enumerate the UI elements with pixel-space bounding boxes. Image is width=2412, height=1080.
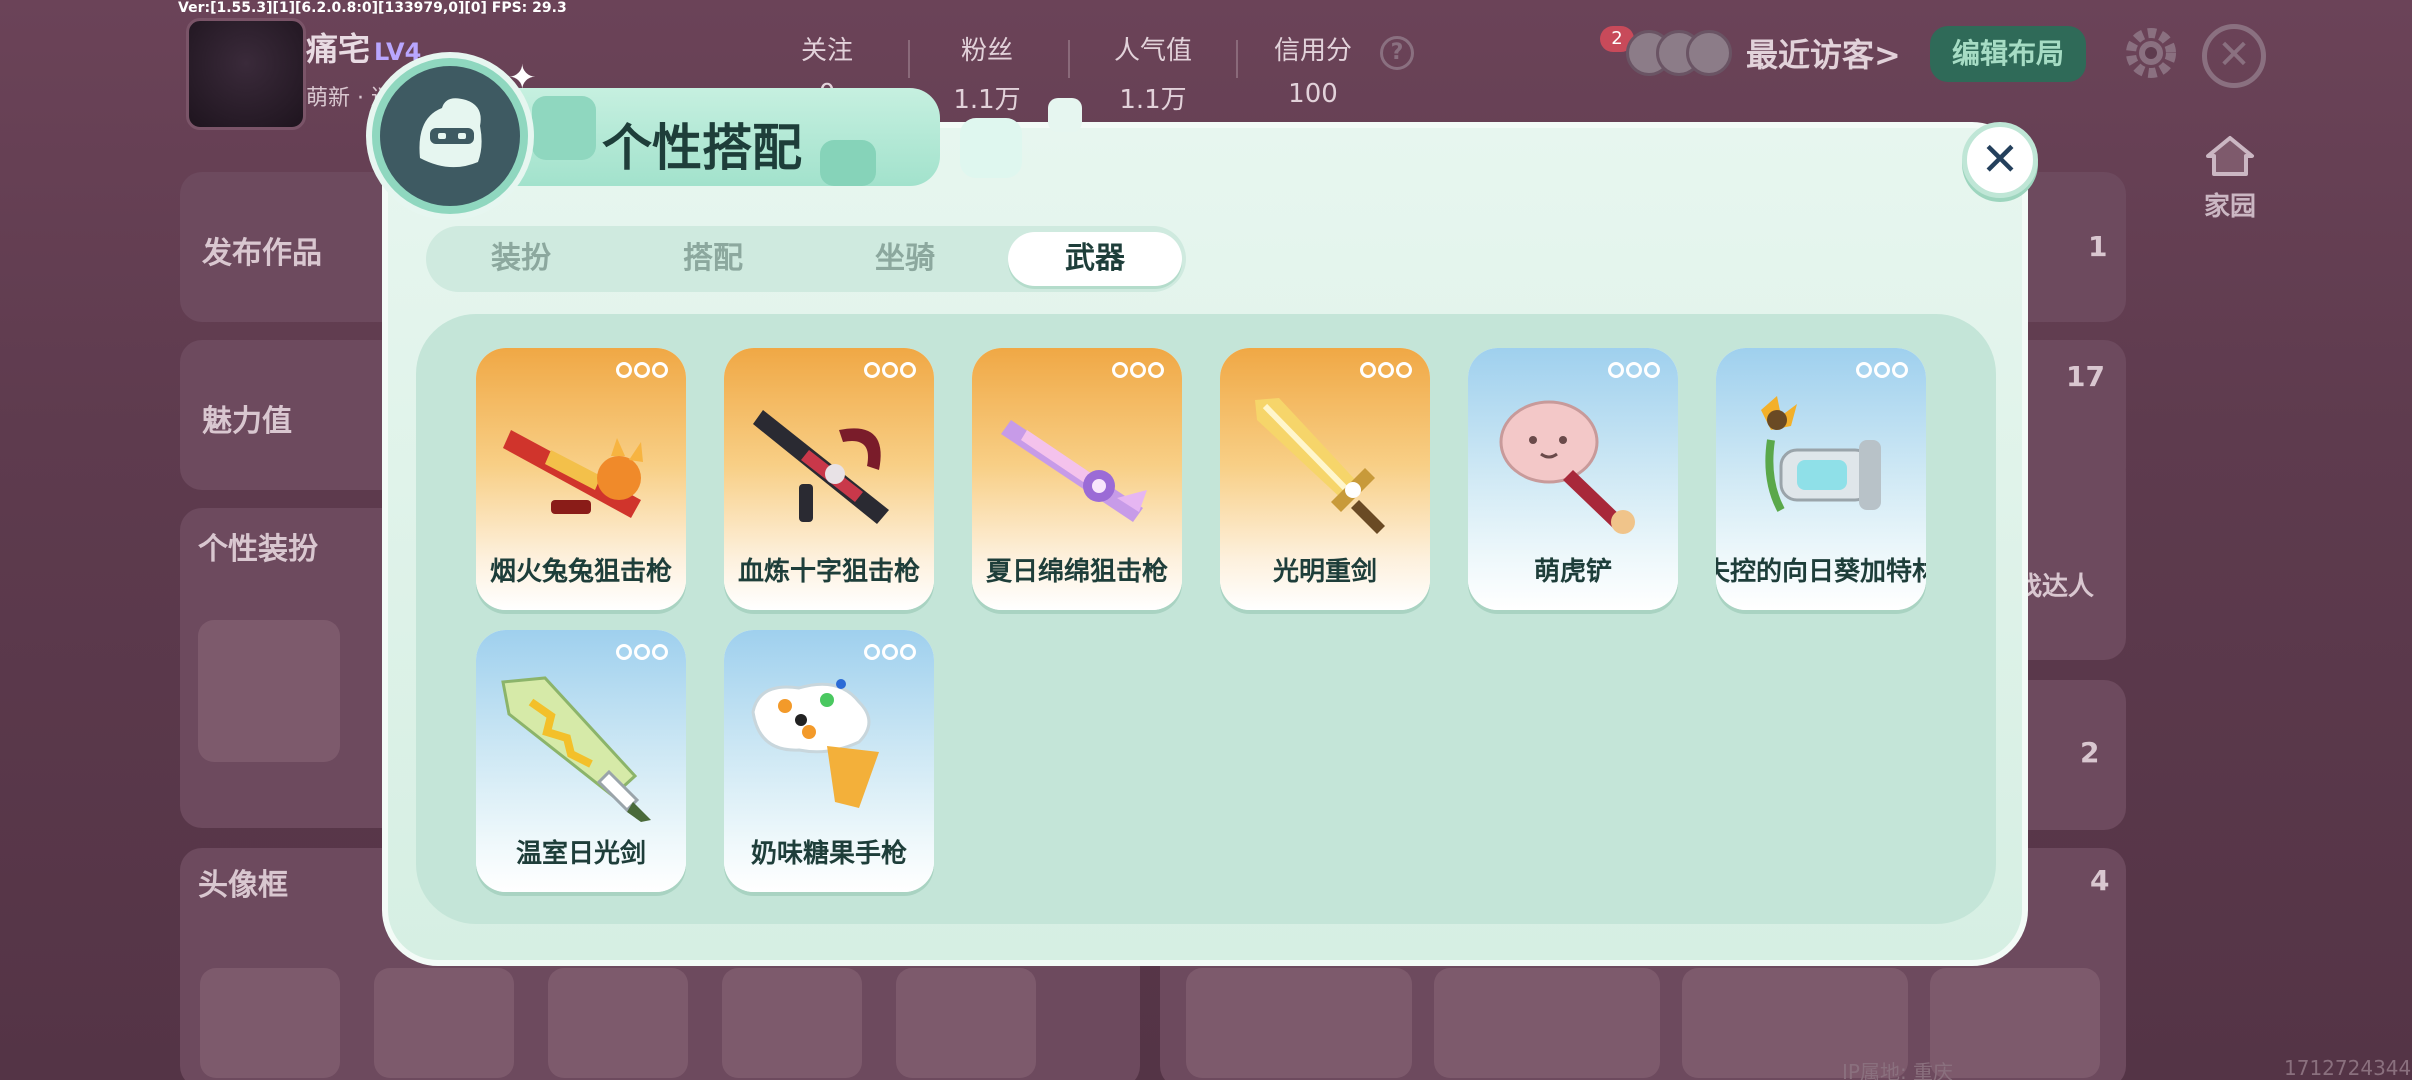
greenhouse-sun-sword-icon — [501, 676, 651, 822]
outfit-title: 个性装扮 — [198, 532, 318, 567]
profile-name-text: 痛宅 — [306, 30, 371, 68]
edit-layout-button[interactable]: 编辑布局 — [1930, 26, 2086, 82]
item-name: 光明重剑 — [1272, 557, 1377, 587]
debug-version-text: Ver:[1.55.3][1][6.2.0.8:0][133979,0][0] … — [178, 0, 567, 16]
milk-candy-pistol-icon — [751, 679, 879, 808]
decor-block — [820, 140, 876, 186]
item-name: 血炼十字狙击枪 — [737, 557, 920, 587]
item-name: 温室日光剑 — [515, 839, 646, 869]
weapon-card[interactable]: 血炼十字狙击枪 — [724, 348, 934, 610]
item-name: 失控的向日葵加特林 — [1716, 557, 1926, 587]
tab-costume[interactable]: 装扮 — [434, 232, 608, 286]
recent-visitors-link[interactable]: 最近访客> — [1746, 30, 1901, 76]
close-icon[interactable]: ✕ — [2202, 24, 2266, 88]
photo-thumb[interactable] — [1930, 968, 2100, 1078]
stat-popularity[interactable]: 人气值 1.1万 — [1078, 30, 1228, 116]
weapon-card[interactable]: 奶味糖果手枪 — [724, 630, 934, 892]
right-count: 2 — [2080, 736, 2100, 769]
light-greatsword-icon — [1255, 398, 1385, 534]
avatar-frame-count: 4 — [2090, 864, 2110, 897]
divider — [1068, 40, 1070, 78]
stat-value: 1.1万 — [1119, 85, 1187, 115]
sunflower-gatling-icon — [1761, 396, 1881, 512]
visitor-avatar — [1686, 30, 1732, 76]
home-icon — [2206, 136, 2254, 176]
decor-block — [1048, 98, 1082, 132]
close-icon[interactable]: ✕ — [1962, 122, 2038, 198]
gear-icon[interactable] — [2120, 22, 2182, 84]
frame-thumb[interactable] — [548, 968, 688, 1078]
level-badge: LV4 — [374, 38, 422, 66]
frame-thumb[interactable] — [374, 968, 514, 1078]
more-options-icon[interactable] — [1854, 362, 1908, 382]
tab-mount[interactable]: 坐骑 — [818, 232, 992, 286]
frame-thumb[interactable] — [200, 968, 340, 1078]
more-options-icon[interactable] — [1606, 362, 1660, 382]
more-options-icon[interactable] — [1110, 362, 1164, 382]
stat-credit[interactable]: 信用分 100 — [1238, 30, 1388, 109]
publish-title: 发布作品 — [202, 236, 322, 271]
charm-title: 魅力值 — [202, 404, 292, 439]
stat-label: 关注 — [800, 36, 853, 66]
weapon-card[interactable]: 温室日光剑 — [476, 630, 686, 892]
category-tabs: 装扮 搭配 坐骑 武器 — [426, 226, 1186, 292]
weapon-card[interactable]: 光明重剑 — [1220, 348, 1430, 610]
weapon-card[interactable]: 夏日绵绵狙击枪 — [972, 348, 1182, 610]
weapon-card[interactable]: 失控的向日葵加特林 — [1716, 348, 1926, 610]
divider — [908, 40, 910, 78]
home-button[interactable]: 家园 — [2194, 132, 2266, 222]
tab-outfit-match[interactable]: 搭配 — [626, 232, 800, 286]
more-options-icon[interactable] — [1358, 362, 1412, 382]
avatar[interactable] — [186, 18, 306, 130]
frame-thumb[interactable] — [722, 968, 862, 1078]
stat-label: 人气值 — [1113, 36, 1192, 66]
weapon-card[interactable]: 烟火兔兔狙击枪 — [476, 348, 686, 610]
item-name: 奶味糖果手枪 — [750, 839, 907, 869]
more-options-icon[interactable] — [862, 644, 916, 664]
profile-name: 痛宅 LV4 — [306, 24, 421, 70]
home-label: 家园 — [2203, 192, 2256, 222]
more-options-icon[interactable] — [614, 362, 668, 382]
dialog-title: 个性搭配 — [602, 119, 802, 177]
tab-weapon[interactable]: 武器 — [1008, 232, 1182, 286]
photo-thumb[interactable] — [1186, 968, 1412, 1078]
photo-thumb[interactable] — [1434, 968, 1660, 1078]
stat-value: 100 — [1288, 79, 1338, 109]
firework-rabbit-sniper-icon — [503, 430, 643, 518]
outfit-thumb[interactable] — [198, 620, 340, 762]
item-name: 夏日绵绵狙击枪 — [985, 557, 1168, 587]
stat-label: 信用分 — [1273, 36, 1352, 66]
more-options-icon[interactable] — [614, 644, 668, 664]
cute-tiger-shovel-icon — [1499, 400, 1635, 534]
ninja-mascot-icon — [372, 58, 528, 214]
ip-region-text: IP属地: 重庆 — [1842, 1060, 1954, 1080]
weapon-card[interactable]: 萌虎铲 — [1468, 348, 1678, 610]
sparkle-icon: ✦ — [508, 58, 537, 98]
decor-block — [960, 118, 1022, 178]
decor-block — [532, 96, 596, 160]
charm-count: 17 — [2066, 360, 2105, 393]
publish-count: 1 — [2088, 230, 2108, 263]
blood-cross-sniper-icon — [753, 410, 889, 524]
more-options-icon[interactable] — [862, 362, 916, 382]
item-name: 萌虎铲 — [1533, 557, 1612, 587]
frame-thumb[interactable] — [896, 968, 1036, 1078]
avatar-frame-title: 头像框 — [198, 868, 288, 903]
help-icon[interactable]: ? — [1380, 36, 1414, 70]
item-name: 烟火兔兔狙击枪 — [489, 557, 672, 587]
summer-sniper-icon — [1001, 420, 1147, 522]
stat-label: 粉丝 — [960, 36, 1013, 66]
uid-footer-text: 1712724344 — [2284, 1056, 2412, 1080]
